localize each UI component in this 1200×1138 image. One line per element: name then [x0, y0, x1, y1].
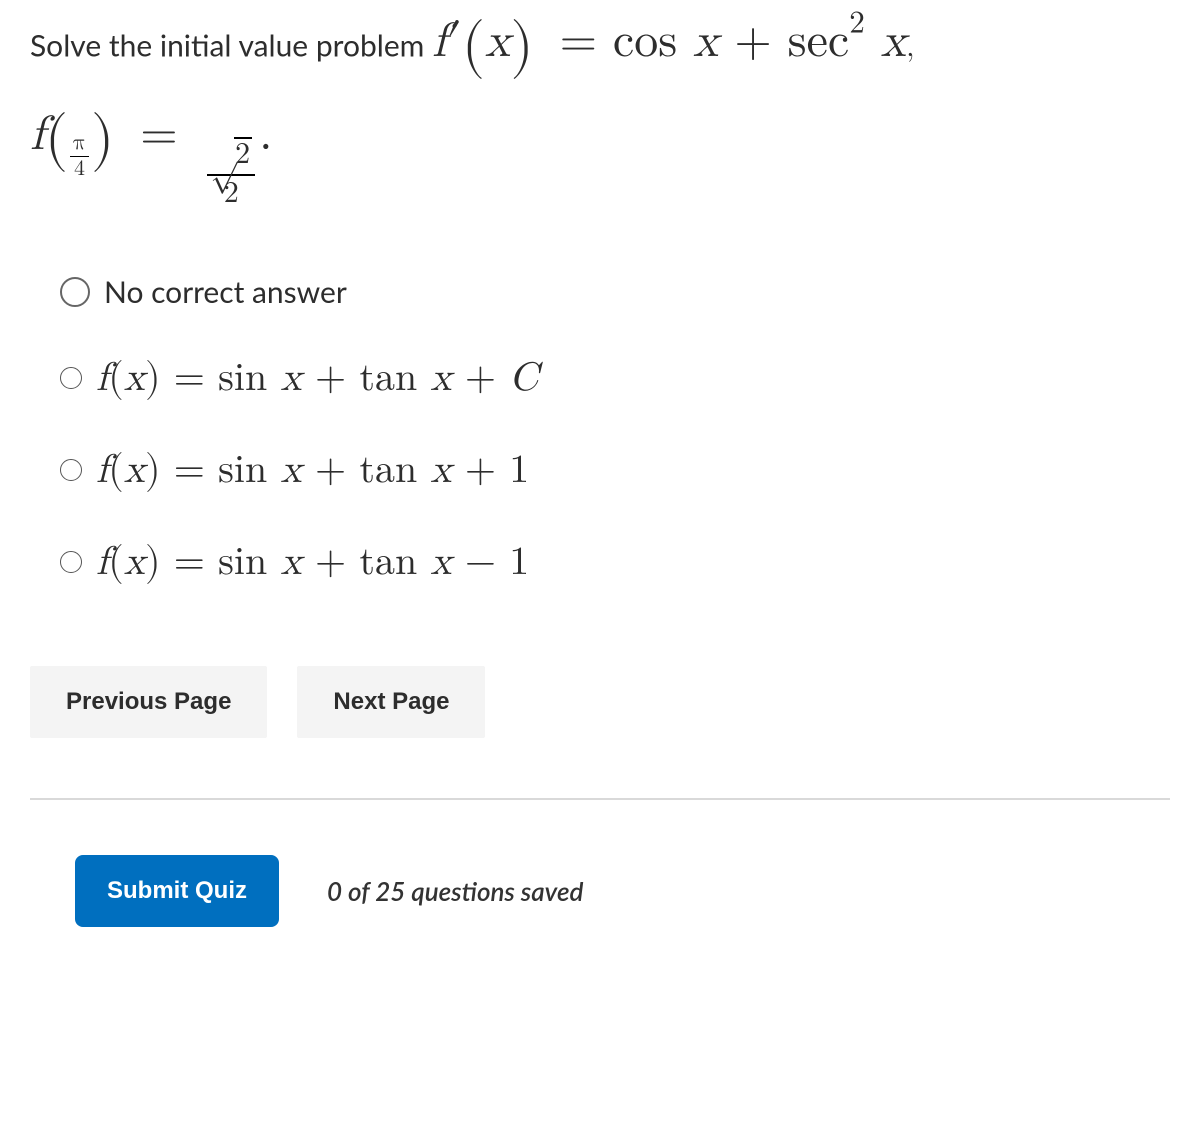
questions-saved-status: 0 of 25 questions saved [327, 875, 583, 907]
option-1-label: f(x) = sin x + tan x + C [96, 354, 538, 402]
question-equation-main: f′(x) = cos x + sec2 x, [432, 32, 914, 62]
question-equation-initial: f(π4) = √2 2 . [30, 99, 1170, 209]
option-0[interactable]: No correct answer [60, 274, 1170, 310]
next-page-button[interactable]: Next Page [297, 666, 485, 738]
radio-icon [60, 459, 82, 481]
nav-row: Previous Page Next Page [30, 666, 1170, 738]
radio-icon [60, 277, 90, 307]
radio-icon [60, 551, 82, 573]
option-1[interactable]: f(x) = sin x + tan x + C [60, 354, 1170, 402]
answer-options: No correct answer f(x) = sin x + tan x +… [60, 274, 1170, 586]
previous-page-button[interactable]: Previous Page [30, 666, 267, 738]
option-0-label: No correct answer [104, 274, 347, 310]
option-2-label: f(x) = sin x + tan x + 1 [96, 446, 529, 494]
submit-quiz-button[interactable]: Submit Quiz [75, 855, 279, 927]
option-2[interactable]: f(x) = sin x + tan x + 1 [60, 446, 1170, 494]
radio-icon [60, 367, 82, 389]
question-prompt: Solve the initial value problem f′(x) = … [30, 4, 1170, 209]
option-3[interactable]: f(x) = sin x + tan x − 1 [60, 538, 1170, 586]
option-3-label: f(x) = sin x + tan x − 1 [96, 538, 529, 586]
divider [30, 798, 1170, 800]
footer-row: Submit Quiz 0 of 25 questions saved [75, 855, 1170, 927]
question-prefix: Solve the initial value problem [30, 27, 424, 63]
